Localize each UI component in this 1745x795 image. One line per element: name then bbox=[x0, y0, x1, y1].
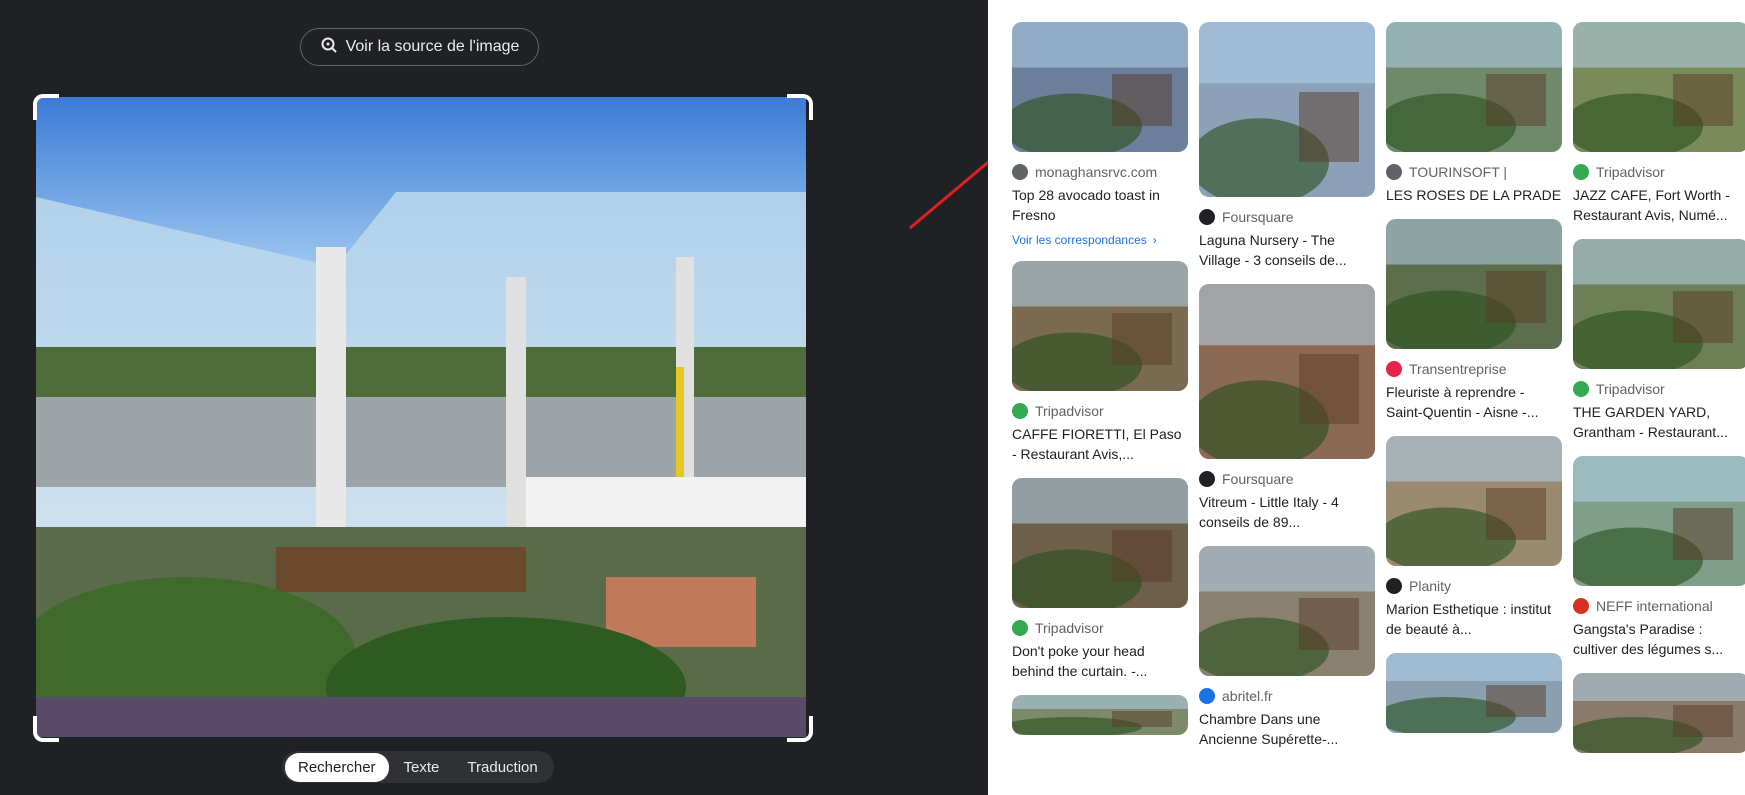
result-source[interactable]: TOURINSOFT | bbox=[1386, 164, 1562, 180]
result-source[interactable]: Tripadvisor bbox=[1012, 620, 1188, 636]
result-source-name: NEFF international bbox=[1596, 598, 1713, 614]
result-thumbnail[interactable] bbox=[1573, 239, 1745, 369]
lens-icon bbox=[320, 36, 338, 59]
result-source-name: Planity bbox=[1409, 578, 1452, 594]
chevron-right-icon: › bbox=[1152, 233, 1157, 247]
result-title[interactable]: JAZZ CAFE, Fort Worth - Restaurant Avis,… bbox=[1573, 185, 1745, 225]
result-thumbnail[interactable] bbox=[1012, 22, 1188, 152]
result-thumbnail[interactable] bbox=[1386, 436, 1562, 566]
view-image-source-button[interactable]: Voir la source de l'image bbox=[300, 28, 539, 66]
result-thumbnail[interactable] bbox=[1386, 219, 1562, 349]
result-thumbnail[interactable] bbox=[1012, 695, 1188, 735]
result-title[interactable]: THE GARDEN YARD, Grantham - Restaurant..… bbox=[1573, 402, 1745, 442]
result-source-name: monaghansrvc.com bbox=[1035, 164, 1158, 180]
site-favicon-icon bbox=[1012, 620, 1028, 636]
site-favicon-icon bbox=[1573, 598, 1589, 614]
result-title[interactable]: Chambre Dans une Ancienne Supérette-... bbox=[1199, 709, 1375, 749]
results-column: monaghansrvc.com Top 28 avocado toast in … bbox=[1012, 22, 1188, 749]
site-favicon-icon bbox=[1573, 381, 1589, 397]
view-image-source-label: Voir la source de l'image bbox=[345, 38, 520, 55]
result-card[interactable]: Planity Marion Esthetique : institut de b… bbox=[1386, 436, 1562, 639]
site-favicon-icon bbox=[1199, 688, 1215, 704]
result-thumbnail[interactable] bbox=[1199, 546, 1375, 676]
result-title[interactable]: Vitreum - Little Italy - 4 conseils de 8… bbox=[1199, 492, 1375, 532]
result-card[interactable]: Transentreprise Fleuriste à reprendre - S… bbox=[1386, 219, 1562, 422]
result-source-name: Tripadvisor bbox=[1035, 403, 1104, 419]
result-source-name: Tripadvisor bbox=[1596, 381, 1665, 397]
result-thumbnail[interactable] bbox=[1012, 478, 1188, 608]
crop-corner-top-left[interactable] bbox=[33, 94, 59, 120]
result-card[interactable] bbox=[1012, 695, 1188, 735]
result-source[interactable]: Tripadvisor bbox=[1012, 403, 1188, 419]
result-card[interactable] bbox=[1573, 673, 1745, 753]
result-source-name: TOURINSOFT | bbox=[1409, 164, 1508, 180]
result-source[interactable]: NEFF international bbox=[1573, 598, 1745, 614]
see-matches-link[interactable]: Voir les correspondances › bbox=[1012, 233, 1188, 247]
site-favicon-icon bbox=[1012, 164, 1028, 180]
site-favicon-icon bbox=[1199, 209, 1215, 225]
result-thumbnail[interactable] bbox=[1573, 22, 1745, 152]
result-title[interactable]: Fleuriste à reprendre - Saint-Quentin - … bbox=[1386, 382, 1562, 422]
result-title[interactable]: LES ROSES DE LA PRADE bbox=[1386, 185, 1562, 205]
result-card[interactable] bbox=[1386, 653, 1562, 733]
result-card[interactable]: NEFF international Gangsta's Paradise : c… bbox=[1573, 456, 1745, 659]
result-source-name: Foursquare bbox=[1222, 209, 1294, 225]
result-source[interactable]: abritel.fr bbox=[1199, 688, 1375, 704]
result-source[interactable]: Tripadvisor bbox=[1573, 164, 1745, 180]
result-card[interactable]: Foursquare Vitreum - Little Italy - 4 con… bbox=[1199, 284, 1375, 532]
results-panel: monaghansrvc.com Top 28 avocado toast in … bbox=[988, 0, 1745, 795]
mode-text-tab[interactable]: Texte bbox=[391, 753, 453, 782]
result-title[interactable]: Top 28 avocado toast in Fresno bbox=[1012, 185, 1188, 225]
crop-corner-top-right[interactable] bbox=[787, 94, 813, 120]
result-source-name: Transentreprise bbox=[1409, 361, 1507, 377]
site-favicon-icon bbox=[1199, 471, 1215, 487]
results-column: TOURINSOFT | LES ROSES DE LA PRADE Transen… bbox=[1386, 22, 1562, 747]
result-source[interactable]: monaghansrvc.com bbox=[1012, 164, 1188, 180]
result-source-name: Foursquare bbox=[1222, 471, 1294, 487]
result-card[interactable]: TOURINSOFT | LES ROSES DE LA PRADE bbox=[1386, 22, 1562, 205]
result-card[interactable]: Tripadvisor Don't poke your head behind t… bbox=[1012, 478, 1188, 681]
result-source-name: Tripadvisor bbox=[1596, 164, 1665, 180]
result-title[interactable]: CAFFE FIORETTI, El Paso - Restaurant Avi… bbox=[1012, 424, 1188, 464]
results-column: Tripadvisor JAZZ CAFE, Fort Worth - Resta… bbox=[1573, 22, 1745, 767]
result-source[interactable]: Planity bbox=[1386, 578, 1562, 594]
query-image[interactable] bbox=[36, 97, 806, 737]
mode-translate-tab[interactable]: Traduction bbox=[454, 753, 550, 782]
result-source[interactable]: Tripadvisor bbox=[1573, 381, 1745, 397]
crop-corner-bottom-left[interactable] bbox=[33, 716, 59, 742]
results-column: Foursquare Laguna Nursery - The Village -… bbox=[1199, 22, 1375, 763]
result-thumbnail[interactable] bbox=[1573, 456, 1745, 586]
result-source-name: abritel.fr bbox=[1222, 688, 1273, 704]
left-panel: Voir la source de l'image Rechercher Tex… bbox=[0, 0, 988, 795]
result-source[interactable]: Foursquare bbox=[1199, 209, 1375, 225]
result-card[interactable]: Tripadvisor JAZZ CAFE, Fort Worth - Resta… bbox=[1573, 22, 1745, 225]
site-favicon-icon bbox=[1386, 578, 1402, 594]
result-source[interactable]: Transentreprise bbox=[1386, 361, 1562, 377]
result-source[interactable]: Foursquare bbox=[1199, 471, 1375, 487]
result-card[interactable]: Tripadvisor THE GARDEN YARD, Grantham - R… bbox=[1573, 239, 1745, 442]
result-thumbnail[interactable] bbox=[1199, 22, 1375, 197]
site-favicon-icon bbox=[1386, 164, 1402, 180]
result-title[interactable]: Gangsta's Paradise : cultiver des légume… bbox=[1573, 619, 1745, 659]
result-thumbnail[interactable] bbox=[1012, 261, 1188, 391]
result-card[interactable]: abritel.fr Chambre Dans une Ancienne Supé… bbox=[1199, 546, 1375, 749]
result-title[interactable]: Marion Esthetique : institut de beauté à… bbox=[1386, 599, 1562, 639]
result-thumbnail[interactable] bbox=[1199, 284, 1375, 459]
see-matches-label: Voir les correspondances bbox=[1012, 233, 1147, 247]
site-favicon-icon bbox=[1573, 164, 1589, 180]
result-thumbnail[interactable] bbox=[1386, 653, 1562, 733]
crop-corner-bottom-right[interactable] bbox=[787, 716, 813, 742]
result-title[interactable]: Laguna Nursery - The Village - 3 conseil… bbox=[1199, 230, 1375, 270]
result-thumbnail[interactable] bbox=[1573, 673, 1745, 753]
mode-search-tab[interactable]: Rechercher bbox=[285, 752, 389, 782]
result-card[interactable]: monaghansrvc.com Top 28 avocado toast in … bbox=[1012, 22, 1188, 247]
result-title[interactable]: Don't poke your head behind the curtain.… bbox=[1012, 641, 1188, 681]
result-source-name: Tripadvisor bbox=[1035, 620, 1104, 636]
mode-switcher: Rechercher Texte Traduction bbox=[282, 751, 554, 783]
site-favicon-icon bbox=[1386, 361, 1402, 377]
result-card[interactable]: Foursquare Laguna Nursery - The Village -… bbox=[1199, 22, 1375, 270]
site-favicon-icon bbox=[1012, 403, 1028, 419]
result-card[interactable]: Tripadvisor CAFFE FIORETTI, El Paso - Res… bbox=[1012, 261, 1188, 464]
result-thumbnail[interactable] bbox=[1386, 22, 1562, 152]
